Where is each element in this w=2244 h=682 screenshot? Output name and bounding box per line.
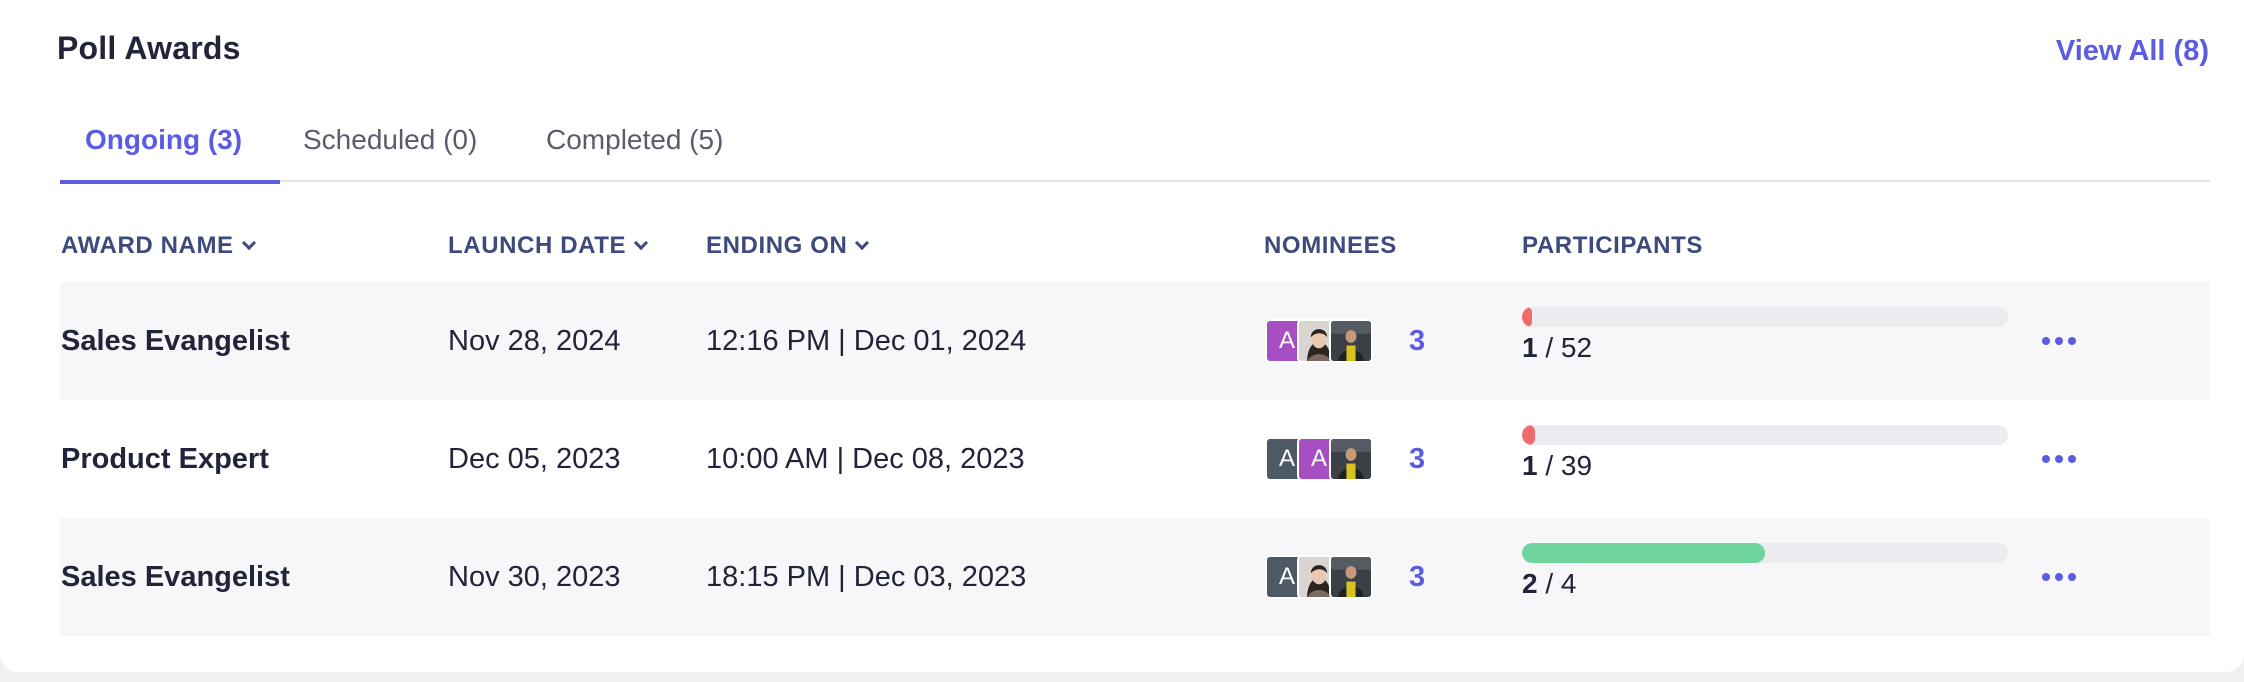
progress-fill bbox=[1522, 307, 1532, 327]
participants-total: 39 bbox=[1560, 450, 1593, 481]
participants-count: 1 / 52 bbox=[1522, 332, 1593, 363]
dot-icon bbox=[2068, 337, 2076, 345]
chevron-down-icon bbox=[241, 235, 256, 251]
participants-count: 1 / 39 bbox=[1522, 450, 1593, 481]
page-title: Poll Awards bbox=[57, 30, 241, 66]
nominee-avatars[interactable]: A bbox=[1265, 555, 1373, 601]
column-header-label: AWARD NAME bbox=[61, 232, 234, 259]
nominee-count[interactable]: 3 bbox=[1409, 400, 1425, 518]
participants-current: 1 bbox=[1522, 332, 1538, 363]
dot-icon bbox=[2055, 573, 2063, 581]
award-tabs: Ongoing (3) Scheduled (0) Completed (5) bbox=[60, 110, 2210, 184]
dot-icon bbox=[2042, 573, 2050, 581]
table-row[interactable]: Sales Evangelist Nov 28, 2024 12:16 PM |… bbox=[60, 282, 2210, 400]
poll-awards-card: Poll Awards View All (8) Ongoing (3) Sch… bbox=[0, 0, 2244, 672]
tab-scheduled[interactable]: Scheduled (0) bbox=[303, 124, 477, 182]
tab-completed[interactable]: Completed (5) bbox=[546, 124, 723, 182]
more-options-button[interactable] bbox=[2042, 518, 2076, 636]
dot-icon bbox=[2055, 455, 2063, 463]
more-options-button[interactable] bbox=[2042, 400, 2076, 518]
dot-icon bbox=[2055, 337, 2063, 345]
participants-count: 2 / 4 bbox=[1522, 568, 1577, 599]
view-all-link[interactable]: View All (8) bbox=[2056, 35, 2209, 68]
column-header-launch-date[interactable]: LAUNCH DATE bbox=[448, 232, 649, 260]
avatar bbox=[1329, 555, 1373, 599]
man-photo-icon bbox=[1331, 557, 1371, 597]
nominee-count[interactable]: 3 bbox=[1409, 282, 1425, 400]
column-header-label: LAUNCH DATE bbox=[448, 232, 627, 259]
participants-total: 4 bbox=[1560, 568, 1577, 599]
participants-progress-bar bbox=[1522, 307, 2008, 327]
ending-on: 12:16 PM | Dec 01, 2024 bbox=[706, 324, 1027, 357]
ending-on: 10:00 AM | Dec 08, 2023 bbox=[706, 442, 1025, 475]
award-name: Sales Evangelist bbox=[61, 324, 290, 357]
man-photo-icon bbox=[1331, 439, 1371, 479]
progress-fill bbox=[1522, 425, 1535, 445]
chevron-down-icon bbox=[855, 235, 870, 251]
dot-icon bbox=[2042, 337, 2050, 345]
participants-progress-bar bbox=[1522, 425, 2008, 445]
award-name: Sales Evangelist bbox=[61, 560, 290, 593]
chevron-down-icon bbox=[634, 235, 649, 251]
table-row[interactable]: Product Expert Dec 05, 2023 10:00 AM | D… bbox=[60, 400, 2210, 518]
participants-total: 52 bbox=[1560, 332, 1593, 363]
launch-date: Dec 05, 2023 bbox=[448, 442, 621, 475]
avatar bbox=[1329, 437, 1373, 481]
dot-icon bbox=[2042, 455, 2050, 463]
more-options-button[interactable] bbox=[2042, 282, 2076, 400]
nominee-avatars[interactable]: A A bbox=[1265, 437, 1373, 483]
column-header-nominees: NOMINEES bbox=[1264, 232, 1397, 259]
participants-current: 1 bbox=[1522, 450, 1538, 481]
participants-current: 2 bbox=[1522, 568, 1538, 599]
column-header-participants: PARTICIPANTS bbox=[1522, 232, 1703, 259]
participants-progress-bar bbox=[1522, 543, 2008, 563]
man-photo-icon bbox=[1331, 321, 1371, 361]
column-header-label: ENDING ON bbox=[706, 232, 848, 259]
launch-date: Nov 30, 2023 bbox=[448, 560, 621, 593]
nominee-avatars[interactable]: A bbox=[1265, 319, 1373, 365]
dot-icon bbox=[2068, 455, 2076, 463]
nominee-count[interactable]: 3 bbox=[1409, 518, 1425, 636]
progress-fill bbox=[1522, 543, 1765, 563]
table-row[interactable]: Sales Evangelist Nov 30, 2023 18:15 PM |… bbox=[60, 518, 2210, 636]
dot-icon bbox=[2068, 573, 2076, 581]
ending-on: 18:15 PM | Dec 03, 2023 bbox=[706, 560, 1027, 593]
column-header-award-name[interactable]: AWARD NAME bbox=[61, 232, 256, 260]
award-name: Product Expert bbox=[61, 442, 269, 475]
tab-ongoing[interactable]: Ongoing (3) bbox=[60, 124, 280, 184]
launch-date: Nov 28, 2024 bbox=[448, 324, 621, 357]
column-header-ending-on[interactable]: ENDING ON bbox=[706, 232, 870, 260]
avatar bbox=[1329, 319, 1373, 363]
